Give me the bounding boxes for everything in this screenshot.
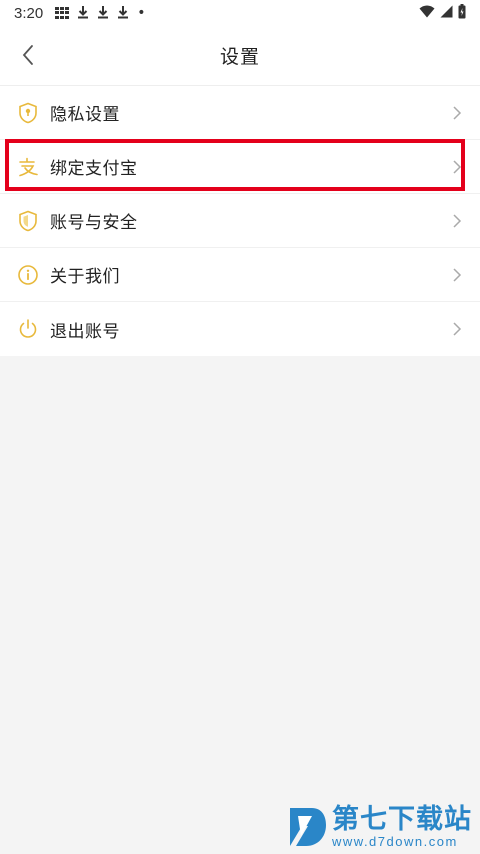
security-shield-icon — [16, 209, 40, 233]
download-icon — [77, 5, 89, 22]
chevron-right-icon — [450, 211, 464, 231]
chevron-right-icon — [450, 319, 464, 339]
privacy-shield-icon — [16, 101, 40, 125]
signal-icon — [440, 5, 453, 22]
page-title: 设置 — [219, 46, 260, 68]
status-time: 3:20 — [14, 4, 44, 22]
chevron-right-icon — [450, 157, 464, 177]
menu-item-bind-alipay[interactable]: 绑定支付宝 — [0, 140, 480, 194]
status-left: 3:20 • — [14, 5, 145, 22]
menu-item-about-us[interactable]: 关于我们 — [0, 248, 480, 302]
info-icon — [16, 263, 40, 287]
menu-item-account-security[interactable]: 账号与安全 — [0, 194, 480, 248]
menu-item-label: 账号与安全 — [50, 213, 138, 233]
download-icon — [117, 5, 129, 22]
app-grid-icon — [55, 7, 70, 19]
watermark-text: 第七下载站 www.d7down.com — [332, 805, 472, 849]
menu-item-label: 隐私设置 — [50, 105, 120, 125]
back-button[interactable] — [16, 40, 40, 70]
menu-item-privacy[interactable]: 隐私设置 — [0, 86, 480, 140]
download-icon — [97, 5, 109, 22]
settings-menu: 隐私设置 绑定支付宝 账号与安全 关于我们 退出账号 — [0, 86, 480, 356]
status-right — [419, 3, 466, 23]
watermark-url: www.d7down.com — [332, 834, 458, 849]
alipay-icon — [16, 155, 40, 179]
notification-dot-icon: • — [137, 5, 146, 21]
header-bar: 设置 — [0, 26, 480, 86]
power-icon — [16, 317, 40, 341]
menu-item-logout[interactable]: 退出账号 — [0, 302, 480, 356]
watermark-brand: 第七下载站 — [332, 804, 472, 835]
chevron-right-icon — [450, 103, 464, 123]
menu-item-label: 退出账号 — [50, 321, 120, 342]
chevron-right-icon — [450, 265, 464, 285]
menu-item-label: 关于我们 — [50, 267, 120, 287]
battery-icon — [458, 3, 466, 23]
site-watermark: 第七下载站 www.d7down.com — [286, 804, 472, 850]
status-bar: 3:20 • — [0, 0, 480, 26]
menu-item-label: 绑定支付宝 — [50, 159, 138, 179]
wifi-icon — [419, 5, 435, 22]
d7-logo-icon — [290, 808, 326, 846]
chevron-left-icon — [22, 45, 33, 65]
